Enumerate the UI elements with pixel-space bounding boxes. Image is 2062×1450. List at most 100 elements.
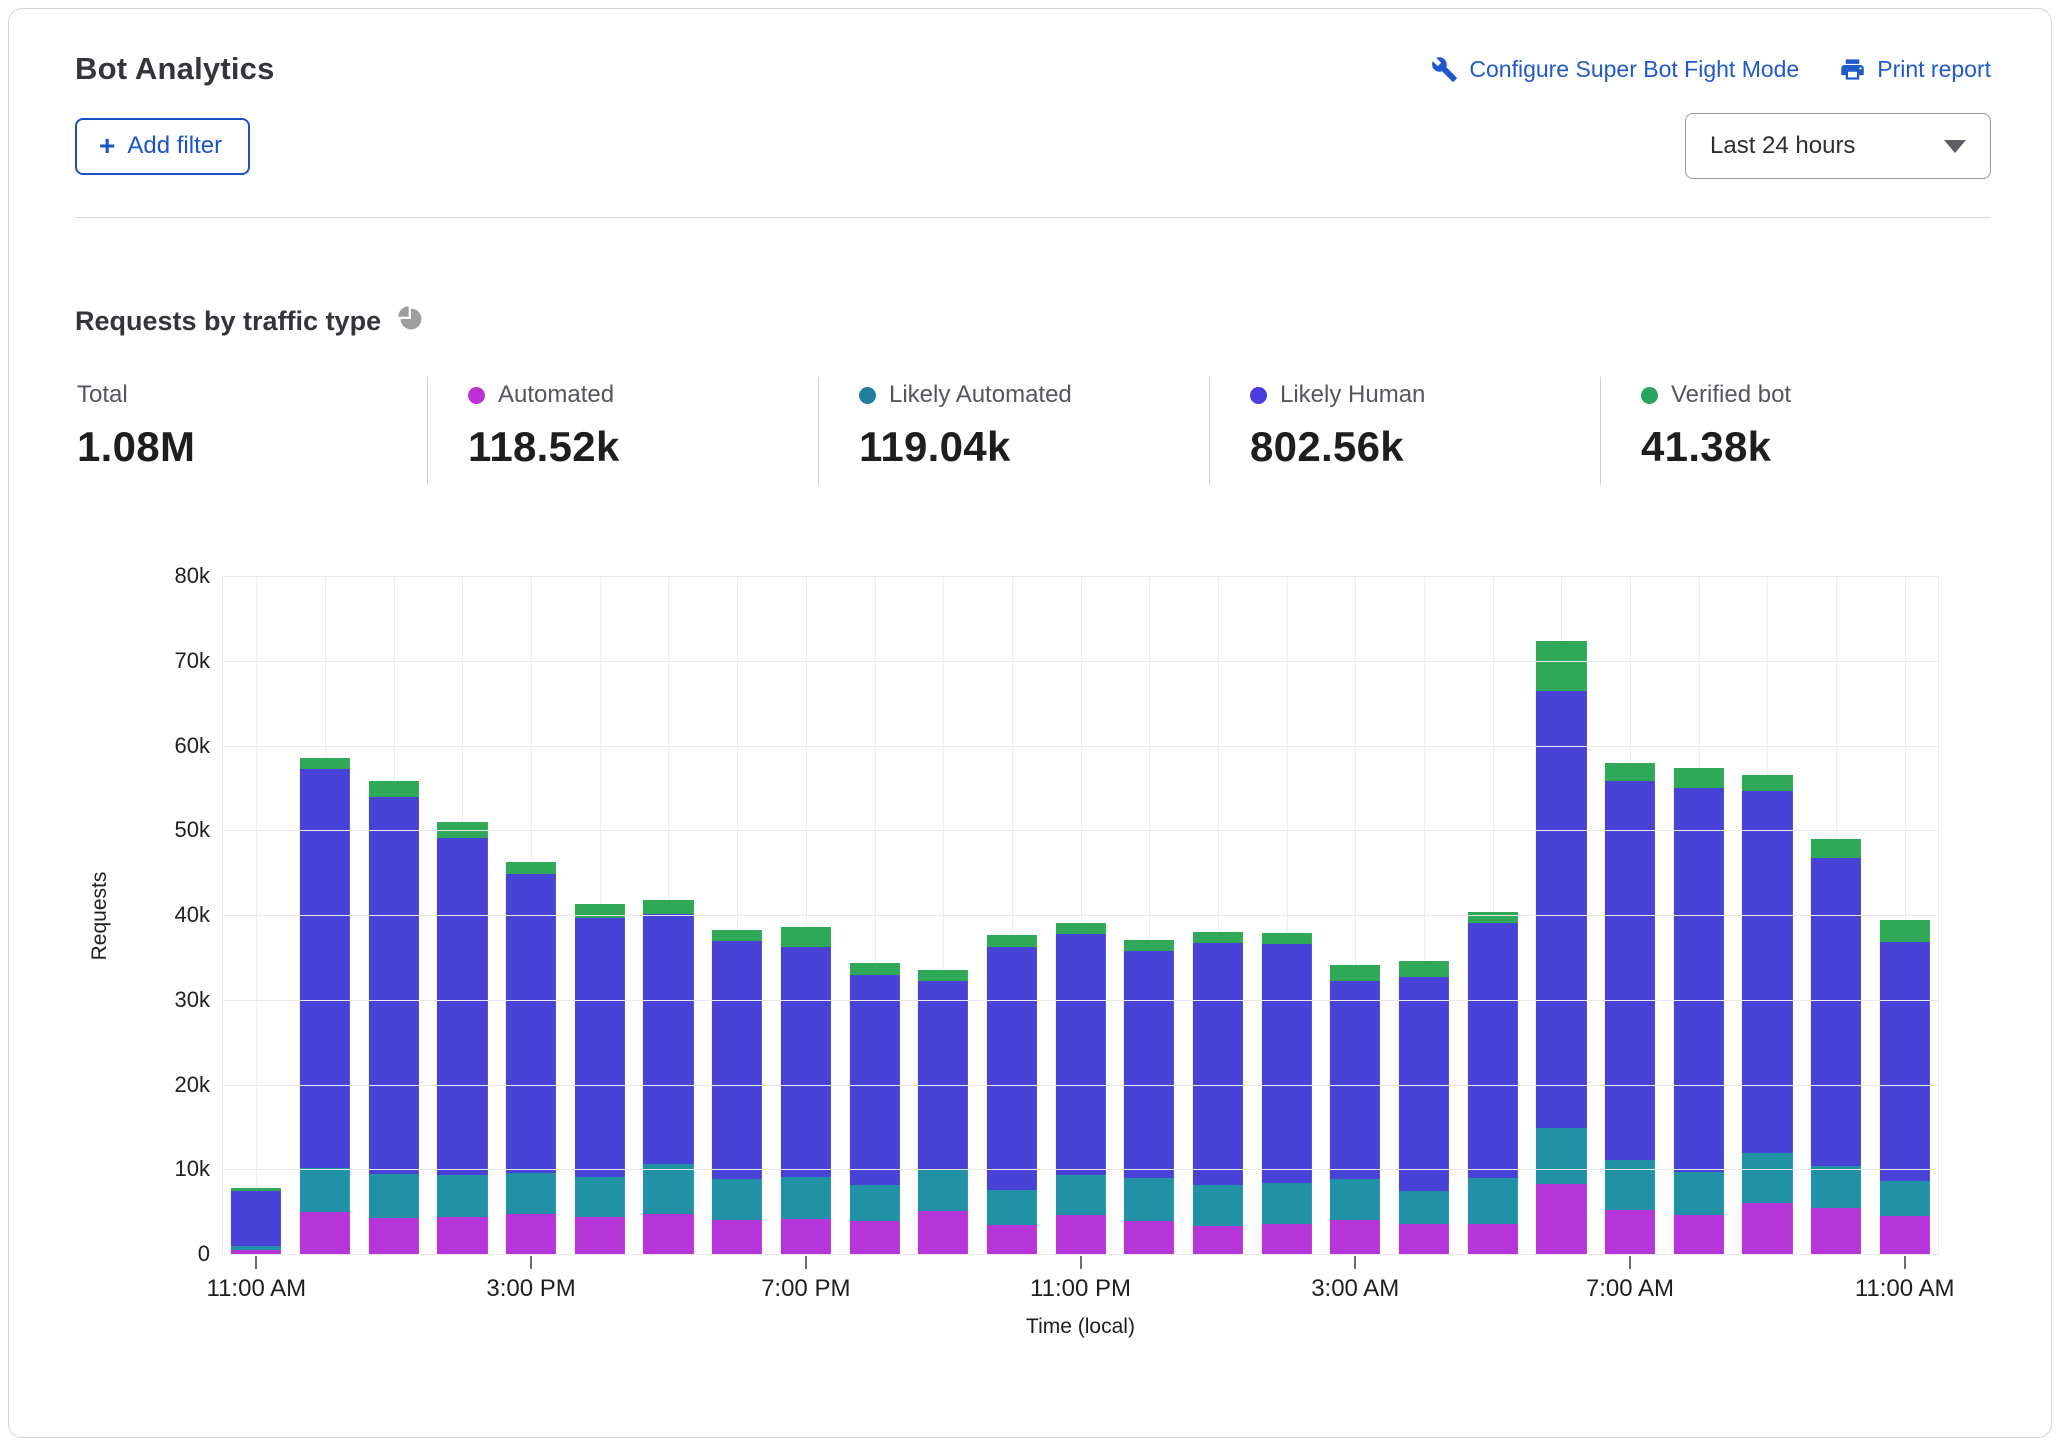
bar-10-00-pm[interactable] xyxy=(987,935,1037,1255)
header-divider xyxy=(75,217,1991,218)
bar-segment-likely-automated xyxy=(781,1177,831,1219)
x-axis-title: Time (local) xyxy=(222,1315,1939,1339)
stat-verified-bot[interactable]: Verified bot41.38k xyxy=(1600,377,1991,485)
bar-7-00-am[interactable] xyxy=(1605,763,1655,1255)
stat-label: Automated xyxy=(498,381,614,409)
bar-11-00-am[interactable] xyxy=(231,1188,281,1255)
bar-3-00-am[interactable] xyxy=(1330,965,1380,1255)
stat-label: Likely Human xyxy=(1280,381,1425,409)
stat-total[interactable]: Total1.08M xyxy=(75,377,427,485)
bar-11-00-pm[interactable] xyxy=(1056,923,1106,1255)
y-tick-label: 10k xyxy=(175,1156,210,1182)
bar-8-00-pm[interactable] xyxy=(849,963,899,1255)
bar-segment-automated xyxy=(1742,1203,1792,1255)
bar-segment-likely-human xyxy=(1124,951,1174,1178)
bar-segment-verified-bot xyxy=(300,758,350,769)
gridline: 40k xyxy=(222,915,1939,916)
bar-segment-likely-human xyxy=(437,838,487,1175)
gridline: 50k xyxy=(222,830,1939,831)
x-tick-mark xyxy=(1904,1256,1906,1269)
bar-segment-automated xyxy=(1811,1208,1861,1255)
x-tick-label: 7:00 AM xyxy=(1586,1275,1674,1303)
bar-segment-verified-bot xyxy=(1674,768,1724,788)
wrench-icon xyxy=(1431,56,1458,83)
bar-2-00-pm[interactable] xyxy=(437,822,487,1255)
bar-slot xyxy=(1527,577,1596,1255)
bar-segment-likely-automated xyxy=(1124,1178,1174,1221)
x-tick-mark xyxy=(805,1256,807,1269)
bar-5-00-am[interactable] xyxy=(1468,912,1518,1255)
bar-segment-likely-automated xyxy=(1330,1179,1380,1221)
gridline: 20k xyxy=(222,1085,1939,1086)
configure-super-bot-fight-mode-link[interactable]: Configure Super Bot Fight Mode xyxy=(1431,56,1799,83)
bar-slot xyxy=(840,577,909,1255)
bar-segment-likely-human xyxy=(506,874,556,1173)
add-filter-label: Add filter xyxy=(127,132,222,160)
bar-segment-likely-automated xyxy=(1193,1185,1243,1227)
stat-likely-automated[interactable]: Likely Automated119.04k xyxy=(818,377,1209,485)
bar-12-00-am[interactable] xyxy=(1124,940,1174,1255)
bar-slot xyxy=(1733,577,1802,1255)
print-report-link[interactable]: Print report xyxy=(1839,56,1991,83)
bar-1-00-am[interactable] xyxy=(1193,932,1243,1255)
bar-segment-automated xyxy=(1056,1215,1106,1255)
bar-segment-automated xyxy=(1674,1215,1724,1255)
bar-2-00-am[interactable] xyxy=(1262,933,1312,1255)
card-header: Bot Analytics Configure Super Bot Fight … xyxy=(9,9,2051,218)
bar-5-00-pm[interactable] xyxy=(643,900,693,1255)
requests-chart: Requests 010k20k30k40k50k60k70k80k 11:00… xyxy=(75,577,1991,1339)
gridline: 80k xyxy=(222,576,1939,577)
y-tick-label: 50k xyxy=(175,817,210,843)
add-filter-button[interactable]: + Add filter xyxy=(75,118,250,175)
bar-segment-automated xyxy=(1536,1184,1586,1255)
bar-segment-automated xyxy=(849,1221,899,1255)
x-tick-label: 3:00 AM xyxy=(1311,1275,1399,1303)
bar-7-00-pm[interactable] xyxy=(781,927,831,1255)
bar-segment-verified-bot xyxy=(849,963,899,975)
bar-8-00-am[interactable] xyxy=(1674,768,1724,1255)
bar-slot xyxy=(222,577,291,1255)
y-tick-label: 0 xyxy=(198,1241,210,1267)
bar-slot xyxy=(772,577,841,1255)
bar-9-00-pm[interactable] xyxy=(918,970,968,1255)
bar-slot xyxy=(1115,577,1184,1255)
bar-segment-likely-human xyxy=(781,947,831,1178)
bar-6-00-am[interactable] xyxy=(1536,641,1586,1255)
bar-segment-likely-human xyxy=(849,975,899,1184)
bar-12-00-pm[interactable] xyxy=(300,758,350,1255)
x-tick-mark xyxy=(1080,1256,1082,1269)
bar-segment-automated xyxy=(1468,1224,1518,1255)
bar-segment-likely-human xyxy=(643,914,693,1164)
bar-segment-verified-bot xyxy=(1262,933,1312,944)
bar-4-00-am[interactable] xyxy=(1399,961,1449,1255)
bar-segment-likely-human xyxy=(1880,942,1930,1181)
legend-dot xyxy=(859,387,876,404)
bar-segment-likely-automated xyxy=(506,1173,556,1215)
bar-slot xyxy=(1802,577,1871,1255)
x-tick-label: 3:00 PM xyxy=(486,1275,575,1303)
stat-likely-human[interactable]: Likely Human 802.56k xyxy=(1209,377,1600,485)
x-tick-mark xyxy=(1629,1256,1631,1269)
bar-segment-automated xyxy=(1399,1224,1449,1255)
stat-automated[interactable]: Automated118.52k xyxy=(427,377,818,485)
bar-slot xyxy=(1321,577,1390,1255)
bar-4-00-pm[interactable] xyxy=(575,904,625,1255)
bar-10-00-am[interactable] xyxy=(1811,839,1861,1255)
time-range-select[interactable]: Last 24 hours xyxy=(1685,113,1991,179)
vertical-gridline xyxy=(256,577,257,1255)
bar-segment-verified-bot xyxy=(1330,965,1380,981)
stat-label: Verified bot xyxy=(1671,381,1791,409)
y-axis-title: Requests xyxy=(88,872,112,961)
bar-3-00-pm[interactable] xyxy=(506,862,556,1255)
bar-segment-automated xyxy=(918,1211,968,1255)
bar-slot xyxy=(428,577,497,1255)
bar-segment-verified-bot xyxy=(918,970,968,981)
stat-value: 802.56k xyxy=(1250,423,1590,471)
gridline: 70k xyxy=(222,661,1939,662)
bar-11-00-am[interactable] xyxy=(1880,920,1930,1255)
bar-9-00-am[interactable] xyxy=(1742,775,1792,1256)
bar-segment-likely-automated xyxy=(1811,1166,1861,1208)
bar-slot xyxy=(1252,577,1321,1255)
bar-6-00-pm[interactable] xyxy=(712,930,762,1255)
bar-1-00-pm[interactable] xyxy=(369,781,419,1255)
